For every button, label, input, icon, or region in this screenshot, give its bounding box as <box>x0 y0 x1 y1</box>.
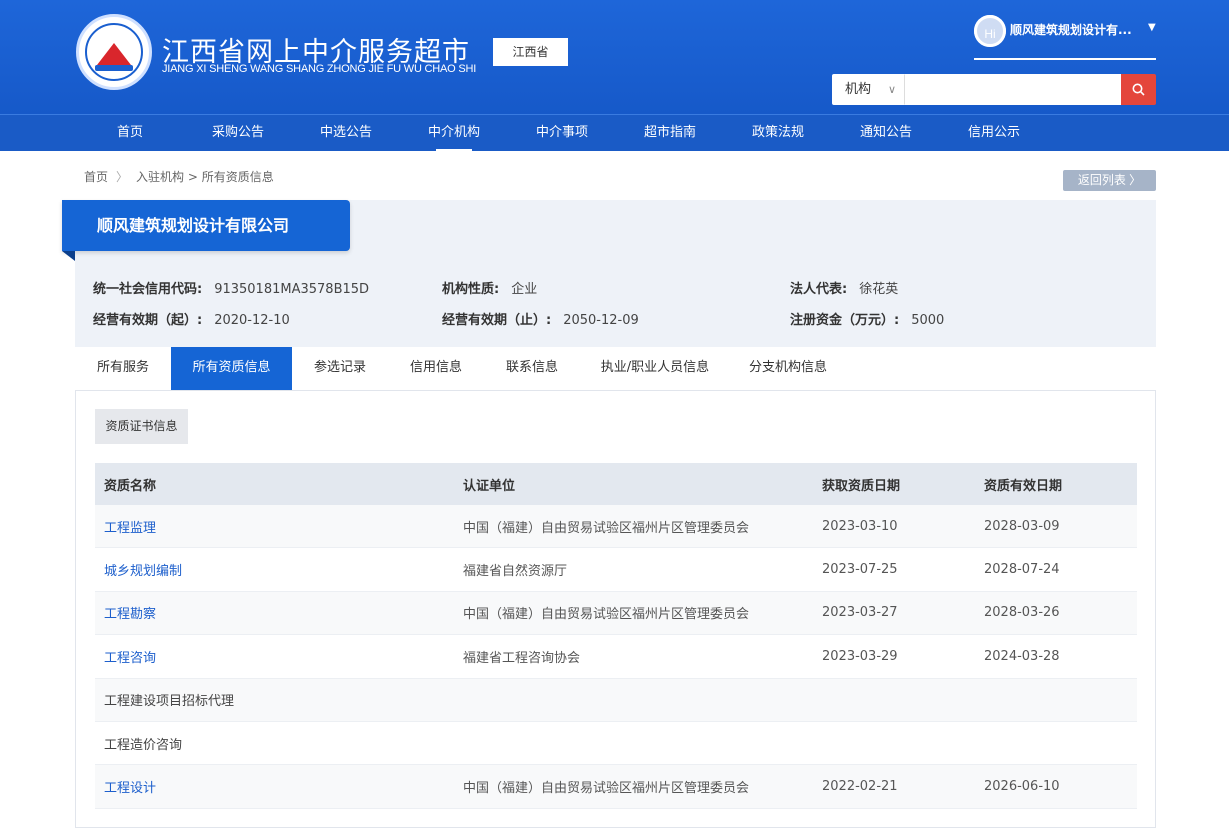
certifying-unit: 福建省工程咨询协会 <box>463 650 581 666</box>
legal-rep-row: 法人代表: 徐花英 <box>790 278 898 297</box>
capital-label: 注册资金（万元）: <box>790 313 900 328</box>
certifying-unit: 中国（福建）自由贸易试验区福州片区管理委员会 <box>463 607 750 623</box>
valid-date: 2026-06-10 <box>984 779 1060 795</box>
capital-row: 注册资金（万元）: 5000 <box>790 309 944 328</box>
capital-value: 5000 <box>911 313 945 328</box>
province-switch[interactable]: 江西省 <box>493 38 568 66</box>
site-header: 江西省网上中介服务超市 JIANG XI SHENG WANG SHANG ZH… <box>0 0 1229 152</box>
qualification-name[interactable]: 城乡规划编制 <box>104 548 182 590</box>
nav-item-matters[interactable]: 中介事项 <box>524 115 600 152</box>
table-row: 工程造价咨询 <box>95 721 1137 766</box>
search-button[interactable] <box>1121 74 1156 105</box>
certifying-unit: 中国（福建）自由贸易试验区福州片区管理委员会 <box>463 781 750 797</box>
credit-code-label: 统一社会信用代码: <box>93 282 203 297</box>
table-header: 资质名称 认证单位 获取资质日期 资质有效日期 <box>95 463 1137 505</box>
back-label: 返回列表 <box>1077 173 1126 187</box>
nature-value: 企业 <box>511 282 538 297</box>
table-row: 工程建设项目招标代理 <box>95 678 1137 722</box>
obtained-date: 2023-03-29 <box>822 648 898 664</box>
certifying-unit: 福建省自然资源厅 <box>463 564 568 580</box>
valid-to-value: 2050-12-09 <box>563 313 639 328</box>
qualification-table: 资质名称 认证单位 获取资质日期 资质有效日期 工程监理中国（福建）自由贸易试验… <box>95 463 1137 809</box>
site-subtitle: JIANG XI SHENG WANG SHANG ZHONG JIE FU W… <box>162 63 477 75</box>
caret-down-icon[interactable]: ▼ <box>1148 22 1156 33</box>
qualification-name: 工程造价咨询 <box>104 737 183 753</box>
logo-mountain <box>97 43 131 65</box>
breadcrumb: 首页〉入驻机构 > 所有资质信息 <box>84 168 274 185</box>
qualification-name[interactable]: 工程勘察 <box>104 592 156 634</box>
qualification-name[interactable]: 工程咨询 <box>104 635 156 677</box>
search-type-label: 机构 <box>845 82 872 97</box>
table-row: 工程咨询 福建省工程咨询协会 2023-03-29 2024-03-28 <box>95 635 1137 679</box>
user-divider <box>974 58 1156 60</box>
search-input[interactable] <box>904 74 1121 105</box>
obtained-date: 2022-02-21 <box>822 779 898 795</box>
nav-item-notices[interactable]: 通知公告 <box>848 115 924 152</box>
logo-base <box>95 65 133 71</box>
search-type-select[interactable]: 机构 ∨ <box>832 74 904 105</box>
obtained-date: 2023-03-27 <box>822 605 898 621</box>
nav-item-credit[interactable]: 信用公示 <box>956 115 1032 152</box>
legal-rep-label: 法人代表: <box>790 282 848 297</box>
obtained-date: 2023-03-10 <box>822 518 898 534</box>
breadcrumb-home[interactable]: 首页 <box>84 170 108 184</box>
chevron-down-icon: ∨ <box>887 83 896 96</box>
tab-practitioners[interactable]: 执业/职业人员信息 <box>580 347 730 390</box>
qualification-name: 工程建设项目招标代理 <box>104 694 235 710</box>
tab-branches[interactable]: 分支机构信息 <box>730 347 846 390</box>
table-row: 工程设计 中国（福建）自由贸易试验区福州片区管理委员会 2022-02-21 2026… <box>95 765 1137 809</box>
credit-code-row: 统一社会信用代码: 91350181MA3578B15D <box>93 278 369 297</box>
tab-qualifications[interactable]: 所有资质信息 <box>171 347 292 390</box>
valid-date: 2028-03-26 <box>984 605 1060 621</box>
table-row: 工程监理 中国（福建）自由贸易试验区福州片区管理委员会 2023-03-10 2028… <box>95 505 1137 549</box>
valid-to-label: 经营有效期（止）: <box>442 313 552 328</box>
obtained-date: 2023-07-25 <box>822 562 898 578</box>
tab-bids[interactable]: 参选记录 <box>292 347 388 390</box>
user-avatar[interactable]: Hi <box>974 15 1006 47</box>
header-name: 资质名称 <box>104 478 157 494</box>
table-row: 城乡规划编制 福建省自然资源厅 2023-07-25 2028-07-24 <box>95 548 1137 592</box>
header-obtained: 获取资质日期 <box>822 478 901 494</box>
valid-from-label: 经营有效期（起）: <box>93 313 203 328</box>
nav-item-policy[interactable]: 政策法规 <box>740 115 816 152</box>
nav-item-procurement[interactable]: 采购公告 <box>200 115 276 152</box>
search-bar: 机构 ∨ <box>832 74 1156 105</box>
valid-date: 2028-07-24 <box>984 562 1060 578</box>
main-nav: 首页 采购公告 中选公告 中介机构 中介事项 超市指南 政策法规 通知公告 信用公示 <box>0 114 1229 152</box>
valid-from-value: 2020-12-10 <box>214 313 290 328</box>
breadcrumb-path[interactable]: 入驻机构 > 所有资质信息 <box>136 170 274 184</box>
valid-from-row: 经营有效期（起）: 2020-12-10 <box>93 309 290 328</box>
tab-credit[interactable]: 信用信息 <box>388 347 484 390</box>
valid-date: 2028-03-09 <box>984 518 1060 534</box>
company-name: 顺风建筑规划设计有限公司 <box>62 200 350 251</box>
nature-row: 机构性质: 企业 <box>442 278 537 297</box>
nav-item-agencies[interactable]: 中介机构 <box>416 115 492 152</box>
qualification-name[interactable]: 工程设计 <box>104 765 156 807</box>
search-icon <box>1132 83 1145 96</box>
header-unit: 认证单位 <box>463 478 516 494</box>
table-body: 工程监理 中国（福建）自由贸易试验区福州片区管理委员会 2023-03-10 2028… <box>95 505 1137 809</box>
nav-item-guide[interactable]: 超市指南 <box>632 115 708 152</box>
user-name[interactable]: 顺风建筑规划设计有... <box>1010 21 1140 38</box>
header-valid: 资质有效日期 <box>984 478 1063 494</box>
tab-contact[interactable]: 联系信息 <box>484 347 580 390</box>
nav-item-selection[interactable]: 中选公告 <box>308 115 384 152</box>
company-tag-fold <box>62 251 75 261</box>
valid-date: 2024-03-28 <box>984 648 1060 664</box>
table-row: 工程勘察 中国（福建）自由贸易试验区福州片区管理委员会 2023-03-27 2028… <box>95 591 1137 636</box>
qualification-name[interactable]: 工程监理 <box>104 505 156 547</box>
nav-item-home[interactable]: 首页 <box>100 115 160 152</box>
certifying-unit: 中国（福建）自由贸易试验区福州片区管理委员会 <box>463 520 750 536</box>
section-certificate-tab[interactable]: 资质证书信息 <box>95 409 188 444</box>
site-logo-icon[interactable] <box>76 14 152 90</box>
back-to-list-button[interactable]: 返回列表 〉 <box>1063 170 1156 191</box>
breadcrumb-separator-icon: 〉 <box>116 170 129 184</box>
legal-rep-value: 徐花英 <box>859 282 899 297</box>
valid-to-row: 经营有效期（止）: 2050-12-09 <box>442 309 639 328</box>
avatar-text: Hi <box>974 15 1006 47</box>
nature-label: 机构性质: <box>442 282 500 297</box>
credit-code-value: 91350181MA3578B15D <box>214 282 370 297</box>
tab-services[interactable]: 所有服务 <box>75 347 171 390</box>
detail-tabs: 所有服务 所有资质信息 参选记录 信用信息 联系信息 执业/职业人员信息 分支机构信息 <box>75 347 1156 390</box>
